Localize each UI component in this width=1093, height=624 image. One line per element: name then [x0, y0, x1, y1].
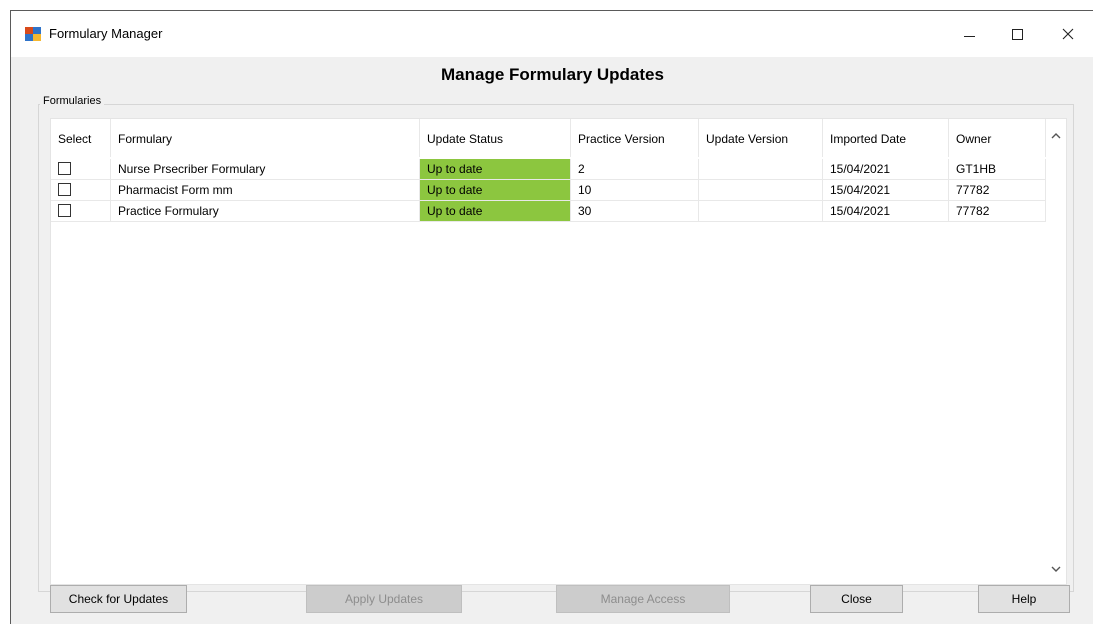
- scroll-down-button[interactable]: [1046, 559, 1066, 579]
- update-version-cell: [699, 201, 823, 222]
- row-select-checkbox[interactable]: [58, 162, 71, 175]
- table-row-select-cell: [51, 201, 111, 222]
- formulary-app-icon: [25, 27, 41, 41]
- row-select-checkbox[interactable]: [58, 204, 71, 217]
- formulary-name-cell: Pharmacist Form mm: [111, 180, 420, 201]
- imported-date-cell: 15/04/2021: [823, 201, 949, 222]
- update-status-cell: Up to date: [420, 180, 571, 201]
- column-header-formulary[interactable]: Formulary: [111, 119, 420, 157]
- practice-version-cell: 30: [571, 201, 699, 222]
- owner-cell: GT1HB: [949, 159, 1046, 180]
- maximize-icon: [1011, 28, 1023, 40]
- check-for-updates-button[interactable]: Check for Updates: [50, 585, 187, 613]
- formularies-table[interactable]: Select Formulary Update Status Practice …: [50, 118, 1067, 585]
- manage-access-button[interactable]: Manage Access: [556, 585, 730, 613]
- formulary-name-cell: Nurse Prsecriber Formulary: [111, 159, 420, 180]
- minimize-button[interactable]: [946, 11, 992, 57]
- update-version-cell: [699, 159, 823, 180]
- imported-date-cell: 15/04/2021: [823, 159, 949, 180]
- update-status-cell: Up to date: [420, 201, 571, 222]
- column-header-imported-date[interactable]: Imported Date: [823, 119, 949, 157]
- maximize-button[interactable]: [994, 11, 1040, 57]
- column-header-select[interactable]: Select: [51, 119, 111, 157]
- formularies-group-label: Formularies: [40, 95, 105, 107]
- close-icon: [1062, 28, 1074, 40]
- apply-updates-button[interactable]: Apply Updates: [306, 585, 462, 613]
- row-select-checkbox[interactable]: [58, 183, 71, 196]
- chevron-down-icon: [1051, 566, 1061, 572]
- formulary-name-cell: Practice Formulary: [111, 201, 420, 222]
- title-bar[interactable]: Formulary Manager: [11, 11, 1093, 57]
- table-row-select-cell: [51, 159, 111, 180]
- scroll-up-button[interactable]: [1046, 125, 1066, 145]
- update-status-cell: Up to date: [420, 159, 571, 180]
- owner-cell: 77782: [949, 201, 1046, 222]
- column-header-practice-version[interactable]: Practice Version: [571, 119, 699, 157]
- close-button[interactable]: Close: [810, 585, 903, 613]
- practice-version-cell: 2: [571, 159, 699, 180]
- practice-version-cell: 10: [571, 180, 699, 201]
- column-header-update-status[interactable]: Update Status: [420, 119, 571, 157]
- imported-date-cell: 15/04/2021: [823, 180, 949, 201]
- help-button[interactable]: Help: [978, 585, 1070, 613]
- column-header-owner[interactable]: Owner: [949, 119, 1046, 157]
- window-title: Formulary Manager: [49, 26, 163, 41]
- chevron-up-icon: [1051, 132, 1061, 138]
- column-header-update-version[interactable]: Update Version: [699, 119, 823, 157]
- minimize-icon: [963, 35, 975, 37]
- page-title: Manage Formulary Updates: [441, 65, 664, 84]
- update-version-cell: [699, 180, 823, 201]
- owner-cell: 77782: [949, 180, 1046, 201]
- table-row-select-cell: [51, 180, 111, 201]
- formulary-manager-window: Formulary Manager Manage Formulary Updat…: [10, 10, 1093, 624]
- close-window-button[interactable]: [1045, 11, 1091, 57]
